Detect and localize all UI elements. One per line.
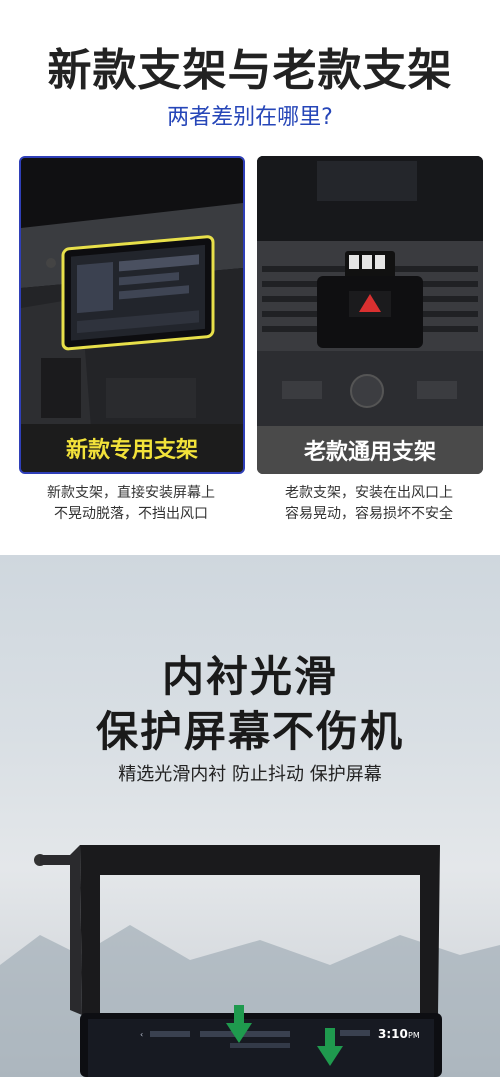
svg-text:‹: ‹ <box>140 1030 143 1039</box>
new-holder-card: 新款专用支架 <box>19 156 245 474</box>
new-holder-label: 新款专用支架 <box>21 424 243 472</box>
feature-heading-line1: 内衬光滑 <box>161 652 338 701</box>
holder-on-screen-illustration: ‹ 3:10 PM <box>0 845 500 1077</box>
page-title: 新款支架与老款支架 <box>47 45 453 96</box>
feature-heading-line2: 保护屏幕不伤机 <box>95 707 404 756</box>
screen-clock-suffix: PM <box>408 1031 420 1040</box>
old-holder-label: 老款通用支架 <box>257 426 483 474</box>
old-holder-description-line1: 老款支架，安装在出风口上 <box>285 485 453 501</box>
new-holder-description: 新款支架，直接安装屏幕上 不晃动脱落，不挡出风口 <box>16 483 246 525</box>
new-holder-description-line1: 新款支架，直接安装屏幕上 <box>47 485 215 501</box>
feature-section: 内衬光滑 保护屏幕不伤机 精选光滑内衬 防止抖动 保护屏幕 ‹ 3:10 PM <box>0 555 500 1077</box>
feature-tagline: 精选光滑内衬 防止抖动 保护屏幕 <box>118 764 382 785</box>
new-holder-photo <box>21 158 243 428</box>
old-holder-description-line2: 容易晃动，容易损坏不安全 <box>285 506 453 522</box>
screen-clock: 3:10 <box>378 1027 408 1041</box>
comparison-section: 新款支架与老款支架 两者差别在哪里? 新款专用支架 老款通用支架 新款支架，直接… <box>0 0 500 555</box>
old-holder-description: 老款支架，安装在出风口上 容易晃动，容易损坏不安全 <box>254 483 484 525</box>
old-holder-photo <box>257 156 483 426</box>
old-holder-card: 老款通用支架 <box>257 156 483 474</box>
page-subtitle: 两者差别在哪里? <box>167 105 333 130</box>
new-holder-description-line2: 不晃动脱落，不挡出风口 <box>54 506 208 522</box>
